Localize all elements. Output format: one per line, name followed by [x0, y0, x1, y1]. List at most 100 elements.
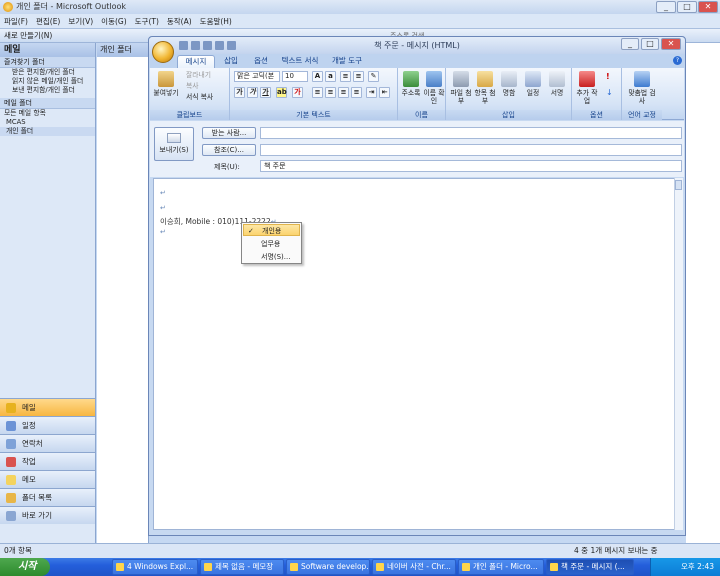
outdent-button[interactable]: ⇤: [379, 87, 390, 98]
bold-button[interactable]: 가: [234, 87, 245, 98]
tab-message[interactable]: 메시지: [177, 55, 215, 68]
justify-button[interactable]: ≡: [351, 87, 362, 98]
help-icon[interactable]: ?: [673, 56, 682, 65]
cc-button[interactable]: 참조(C)...: [202, 144, 256, 156]
check-names-button[interactable]: 이름 확인: [423, 71, 445, 105]
nav-folders-button[interactable]: 폴더 목록: [0, 488, 95, 506]
fav-unread[interactable]: 읽지 않은 메일/개인 폴더: [0, 77, 95, 86]
send-button[interactable]: 보내기(S): [154, 127, 194, 161]
menu-actions[interactable]: 동작(A): [167, 16, 192, 27]
cc-field[interactable]: [260, 144, 682, 156]
menu-edit[interactable]: 편집(E): [36, 16, 60, 27]
down-arrow-icon[interactable]: [227, 41, 236, 50]
high-importance-icon[interactable]: !: [606, 72, 610, 81]
font-color-button[interactable]: 가: [292, 87, 303, 98]
business-card-button[interactable]: 명함: [498, 71, 520, 97]
nav-tasks-button[interactable]: 작업: [0, 452, 95, 470]
to-field[interactable]: [260, 127, 682, 139]
subject-field[interactable]: 책 주문: [260, 160, 682, 172]
paste-button[interactable]: 붙여넣기: [152, 71, 180, 97]
fav-sent[interactable]: 보낸 편지함/개인 폴더: [0, 86, 95, 95]
calendar-insert-button[interactable]: 일정: [522, 71, 544, 97]
nav-shortcuts-button[interactable]: 바로 가기: [0, 506, 95, 524]
taskbar-item-software[interactable]: Software develop...: [286, 559, 370, 575]
taskbar-item-notepad[interactable]: 제목 없음 - 메모장: [200, 559, 284, 575]
indent-button[interactable]: ⇥: [366, 87, 377, 98]
copy-button[interactable]: 복사: [186, 82, 199, 91]
message-window: 책 주문 - 메시지 (HTML) _ □ ✕ 메시지 삽입 옵션 텍스트 서식…: [148, 36, 686, 536]
align-center-button[interactable]: ≡: [325, 87, 336, 98]
favorites-header[interactable]: 즐겨찾기 폴더: [0, 57, 95, 68]
save-icon[interactable]: [179, 41, 188, 50]
minimize-button[interactable]: _: [656, 1, 676, 13]
bullets-button[interactable]: ≡: [340, 71, 351, 82]
menu-tools[interactable]: 도구(T): [135, 16, 159, 27]
group-insert: 파일 첨부 항목 첨부 명함 일정 서명 삽입: [446, 68, 572, 120]
taskbar-item-message[interactable]: 책 주문 - 메시지 (...: [546, 559, 634, 575]
msg-minimize-button[interactable]: _: [621, 38, 639, 50]
mail-folders-header[interactable]: 메일 폴더: [0, 98, 95, 109]
start-button[interactable]: 시작: [0, 558, 50, 576]
tree-personal[interactable]: 개인 폴더: [0, 127, 95, 136]
redo-icon[interactable]: [203, 41, 212, 50]
tab-insert[interactable]: 삽입: [217, 55, 245, 68]
new-button[interactable]: 새로 만들기(N): [4, 30, 52, 41]
taskbar-item-naver[interactable]: 네이버 사전 - Chr...: [372, 559, 456, 575]
body-scrollbar[interactable]: [674, 178, 683, 530]
font-size-combo[interactable]: 10: [282, 71, 308, 82]
shrink-font-button[interactable]: a: [325, 71, 336, 82]
menu-item-business[interactable]: 업무용: [243, 238, 300, 250]
address-book-button[interactable]: 주소록: [400, 71, 422, 97]
nav-notes-button[interactable]: 메모: [0, 470, 95, 488]
highlight-button[interactable]: ab: [276, 87, 287, 98]
tab-developer[interactable]: 개발 도구: [327, 55, 367, 68]
fav-inbox[interactable]: 받은 편지함/개인 폴더: [0, 68, 95, 77]
menu-file[interactable]: 파일(F): [4, 16, 28, 27]
reading-pane: [686, 43, 720, 543]
attach-file-button[interactable]: 파일 첨부: [450, 71, 472, 105]
numbering-button[interactable]: ≡: [353, 71, 364, 82]
italic-button[interactable]: 가: [247, 87, 258, 98]
attach-item-button[interactable]: 항목 첨부: [474, 71, 496, 105]
all-mail-items[interactable]: 모든 메일 항목: [0, 109, 95, 118]
format-painter-button[interactable]: 서식 복사: [186, 93, 213, 102]
align-left-button[interactable]: ≡: [312, 87, 323, 98]
tree-mcas[interactable]: MCAS: [0, 118, 95, 127]
to-button[interactable]: 받는 사람...: [202, 127, 256, 139]
undo-icon[interactable]: [191, 41, 200, 50]
cut-button[interactable]: 잘라내기: [186, 71, 211, 80]
signature-button[interactable]: 서명: [546, 71, 568, 97]
grow-font-button[interactable]: A: [312, 71, 323, 82]
low-importance-icon[interactable]: ↓: [606, 88, 613, 97]
font-name-combo[interactable]: 맑은 고딕(본: [234, 71, 280, 82]
follow-up-button[interactable]: 추가 작업: [574, 71, 600, 105]
spelling-button[interactable]: 맞춤법 검사: [628, 71, 656, 105]
message-body[interactable]: ↵ ↵ 이승희, Mobile : 010)111-2222↵ ↵: [153, 178, 675, 530]
outlook-logo-icon: [3, 2, 13, 12]
nav-calendar-button[interactable]: 일정: [0, 416, 95, 434]
menu-view[interactable]: 보기(V): [68, 16, 93, 27]
menu-help[interactable]: 도움말(H): [200, 16, 232, 27]
msg-close-button[interactable]: ✕: [661, 38, 681, 50]
close-button[interactable]: ✕: [698, 1, 718, 13]
maximize-button[interactable]: □: [677, 1, 697, 13]
office-button[interactable]: [152, 41, 174, 63]
msg-maximize-button[interactable]: □: [641, 38, 659, 50]
underline-button[interactable]: 가: [260, 87, 271, 98]
nav-contacts-button[interactable]: 연락처: [0, 434, 95, 452]
menu-item-signatures[interactable]: 서명(S)...: [243, 251, 300, 263]
address-book-icon: [403, 71, 419, 87]
send-envelope-icon: [167, 133, 181, 143]
align-right-button[interactable]: ≡: [338, 87, 349, 98]
taskbar-item-outlook[interactable]: 개인 폴더 - Micro...: [458, 559, 544, 575]
status-right: 4 중 1개 메시지 보내는 중: [574, 546, 658, 555]
clear-format-button[interactable]: ✎: [368, 71, 379, 82]
taskbar-item-explorer[interactable]: 4 Windows Expl...: [112, 559, 198, 575]
up-arrow-icon[interactable]: [215, 41, 224, 50]
menu-go[interactable]: 이동(G): [101, 16, 126, 27]
tab-format-text[interactable]: 텍스트 서식: [277, 55, 323, 68]
scroll-up-icon[interactable]: [675, 180, 682, 190]
nav-mail-button[interactable]: 메일: [0, 398, 95, 416]
menu-item-personal[interactable]: ✓ 개인용: [243, 224, 300, 236]
tab-options[interactable]: 옵션: [247, 55, 275, 68]
